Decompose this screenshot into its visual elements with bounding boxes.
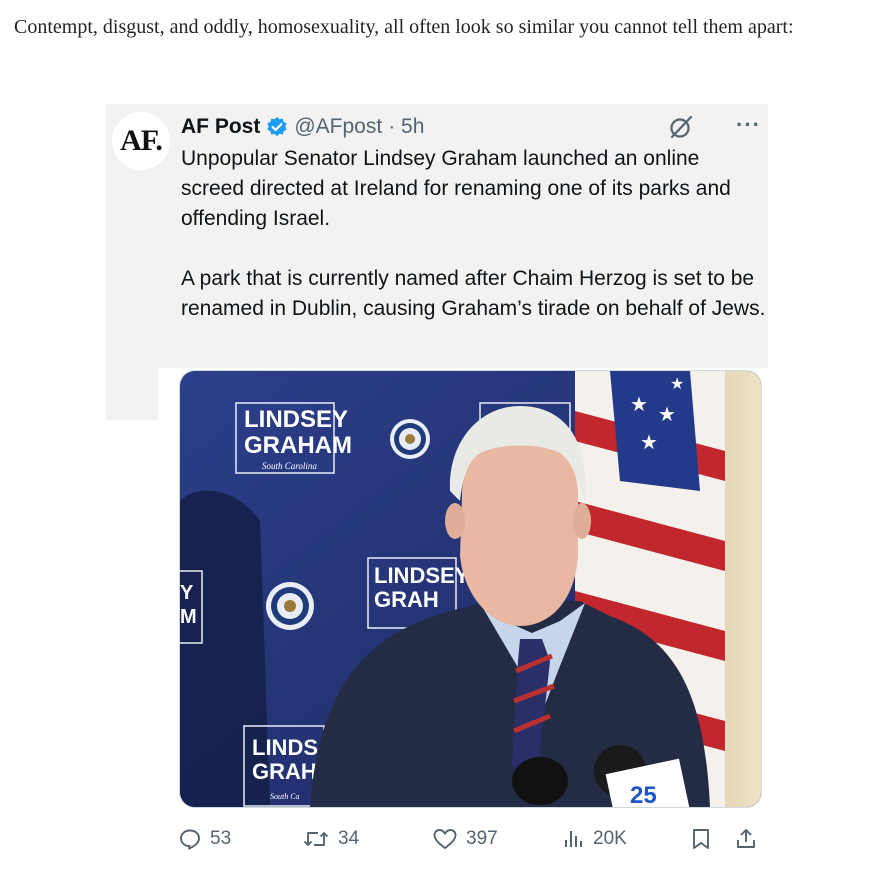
tweet-text: Unpopular Senator Lindsey Graham launche…: [181, 144, 766, 324]
avatar-logo: AF.: [120, 124, 163, 157]
svg-text:★: ★: [670, 374, 684, 393]
avatar[interactable]: AF.: [112, 112, 170, 170]
verified-badge-icon: [266, 116, 288, 138]
backdrop-partial-name-3: LINDS: [252, 735, 318, 760]
tweet-time[interactable]: · 5h: [388, 115, 424, 139]
tweet-header: AF Post @AFpost · 5h: [181, 114, 424, 140]
intro-paragraph: Contempt, disgust, and oddly, homosexual…: [14, 16, 794, 38]
share-button[interactable]: [734, 824, 766, 854]
svg-text:★: ★: [640, 430, 658, 454]
like-count: 397: [466, 828, 498, 849]
tweet-paragraph-1: Unpopular Senator Lindsey Graham launche…: [181, 147, 731, 230]
like-button[interactable]: 397: [432, 824, 498, 854]
backdrop-partial-surname-3: GRAH: [252, 759, 317, 784]
svg-text:★: ★: [658, 402, 676, 426]
share-icon: [737, 829, 755, 848]
svg-text:M: M: [180, 606, 197, 628]
views-icon: [565, 831, 582, 847]
backdrop-name-text: LINDSEY: [244, 406, 348, 433]
mic-flag-text: 25: [630, 782, 657, 807]
backdrop-partial-state-3: South Ca: [270, 792, 300, 801]
reply-icon: [180, 829, 200, 851]
reply-count: 53: [210, 828, 232, 849]
backdrop-partial-surname: GRAH: [374, 587, 439, 612]
heart-icon: [433, 829, 457, 850]
backdrop-surname-text: GRAHAM: [244, 432, 352, 459]
repost-count: 34: [338, 828, 360, 849]
grok-icon[interactable]: [668, 114, 694, 140]
backdrop-partial-name: LINDSEY: [374, 563, 470, 588]
bookmark-button[interactable]: [690, 824, 720, 854]
views-button[interactable]: 20K: [563, 824, 627, 854]
tweet-paragraph-2: A park that is currently named after Cha…: [181, 267, 766, 320]
reply-button[interactable]: 53: [178, 824, 231, 854]
author-handle[interactable]: @AFpost: [294, 115, 382, 139]
repost-icon: [303, 832, 329, 846]
svg-text:Y: Y: [180, 582, 194, 604]
repost-button[interactable]: 34: [302, 824, 359, 854]
backdrop-state-text: South Carolina: [262, 461, 317, 471]
senate-seal-icon: [390, 419, 430, 459]
view-count: 20K: [593, 828, 627, 849]
bookmark-icon: [693, 829, 709, 849]
svg-text:★: ★: [630, 392, 648, 416]
tweet-card-corner: [106, 368, 158, 420]
tweet-actions: 53 34 397 20K: [178, 824, 768, 854]
author-name[interactable]: AF Post: [181, 115, 260, 139]
tweet-photo[interactable]: ★ ★ ★ ★ LINDSEY GRAHAM South Carolina LI…: [179, 370, 762, 808]
senate-seal-icon-2: [266, 582, 314, 630]
more-options-icon[interactable]: ···: [736, 112, 761, 138]
